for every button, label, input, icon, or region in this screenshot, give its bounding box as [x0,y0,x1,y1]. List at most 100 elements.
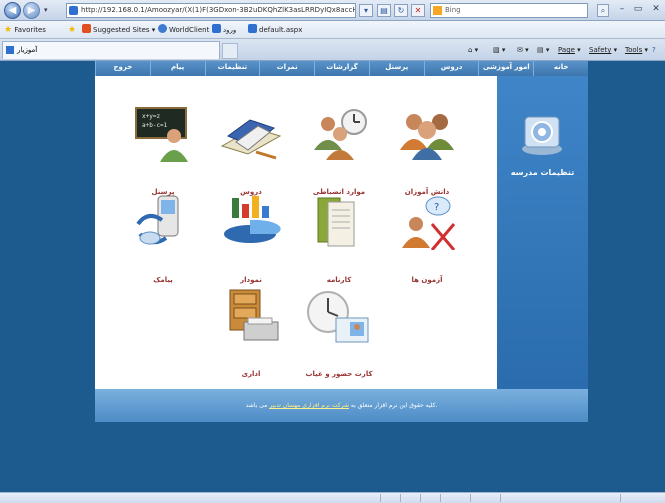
tile-label: پیامک [153,276,173,284]
tile-attendance-card[interactable]: کارت حضور و غیاب [299,288,379,378]
school-settings-label: تنظیمات مدرسه [510,168,575,177]
favorites-label: Favorites [14,26,46,34]
svg-text:a+b-c=1: a+b-c=1 [142,122,168,129]
back-button[interactable]: ◀ [4,2,21,19]
mail-icon[interactable]: ✉ ▾ [517,44,529,56]
main-content: دانش آموزان موارد انضباطی دروس x+y=z a+b… [95,76,497,389]
favorite-worldclient[interactable]: WorldClient [158,24,209,36]
refresh-icon[interactable]: ↻ [394,4,408,17]
home-icon[interactable]: ⌂ ▾ [468,44,478,56]
status-cell [470,494,471,502]
help-icon[interactable]: ? [652,44,656,56]
favorite-label: WorldClient [169,26,210,34]
status-cell [400,494,401,502]
favorite-suggested-sites[interactable]: Suggested Sites ▾ [82,24,155,36]
page-menu[interactable]: Page ▾ [558,44,581,56]
footer-text-before: کلیه حقوق این نرم افزار متعلق به [348,402,436,409]
tile-students[interactable]: دانش آموزان [387,106,467,196]
print-icon[interactable]: ▤ ▾ [537,44,549,56]
menu-item[interactable]: پیام [149,61,205,76]
address-dropdown-icon[interactable]: ▾ [359,4,373,17]
status-cell [380,494,381,502]
favorites-bar: ★ Favorites ★ Suggested Sites ▾ WorldCli… [0,21,665,39]
menu-item[interactable]: تنظیمات [204,61,260,76]
report-card-icon [317,197,355,247]
tab-bar: آموزیار ⌂ ▾ ▧ ▾ ✉ ▾ ▤ ▾ Page ▾ Safety ▾ … [0,39,665,61]
page-icon [69,6,78,15]
favorites-button[interactable]: ★ Favorites [4,24,46,36]
tools-menu[interactable]: Tools ▾ [625,44,648,56]
menu-item[interactable]: خروج [94,61,150,76]
students-icon [400,114,454,160]
tile-label: نمودار [240,276,262,284]
add-favorite-button[interactable]: ★ [68,24,76,36]
zone-indicator[interactable] [500,494,501,502]
tile-exams[interactable]: ? آزمون ها [387,194,467,284]
menu-item[interactable]: خانه [533,61,588,76]
tab-amoozyar[interactable]: آموزیار [2,41,220,59]
forward-button[interactable]: ▶ [23,2,40,19]
compatibility-view-icon[interactable]: ▤ [377,4,391,17]
menu-item[interactable]: پرسنل [368,61,424,76]
attendance-card-icon [307,291,369,343]
address-bar[interactable]: http://192.168.0.1/Amoozyar/(X(1)F(3GDxo… [66,3,356,18]
tile-label: کارنامه [326,276,352,284]
close-icon[interactable]: ✕ [649,3,663,17]
address-toolbar: ◀ ▶ ▾ http://192.168.0.1/Amoozyar/(X(1)F… [0,0,665,21]
tile-report-card[interactable]: کارنامه [299,194,379,284]
minimize-icon[interactable]: – [615,3,629,17]
tab-page-icon [6,46,14,54]
status-bar [0,492,665,503]
school-settings-button[interactable]: تنظیمات مدرسه [497,104,588,182]
tile-label: اداری [241,370,261,378]
sms-icon [136,195,179,245]
svg-text:?: ? [434,202,439,213]
school-settings-icon [522,116,562,155]
menu-item[interactable]: نمرات [259,61,314,76]
menu-item[interactable]: امور آموزشی [478,61,533,76]
star-icon: ★ [4,25,13,35]
office-icon [229,289,279,341]
tile-courses[interactable]: دروس [211,106,291,196]
favorite-default-aspx[interactable]: default.aspx [248,24,302,36]
worldclient-icon [158,24,167,33]
tab-title: آموزیار [17,46,38,54]
tile-office[interactable]: اداری [211,288,291,378]
discipline-icon [314,109,367,160]
favorite-label: default.aspx [259,26,303,34]
ie-page-icon [248,24,257,33]
suggested-sites-icon [82,24,91,33]
tile-chart[interactable]: نمودار [211,194,291,284]
safety-menu[interactable]: Safety ▾ [589,44,617,56]
ie-page-icon [212,24,221,33]
status-cell [420,494,421,502]
tile-sms[interactable]: پیامک [123,194,203,284]
new-tab-button[interactable] [222,43,238,59]
svg-text:x+y=z: x+y=z [142,113,160,120]
chart-icon [224,196,281,243]
restore-icon[interactable]: ▭ [631,3,645,17]
favorite-label: Suggested Sites ▾ [93,26,156,34]
company-link[interactable]: شرکت نرم افزاری مهسان تدبیر [269,402,349,409]
history-dropdown-icon[interactable]: ▾ [44,6,48,14]
favorite-label: ورود [223,26,237,34]
copyright-footer: کلیه حقوق این نرم افزار متعلق به شرکت نر… [95,389,588,422]
page-menu-label: Page [558,46,575,54]
favorite-login[interactable]: ورود [212,24,236,36]
main-menu: خانه امور آموزشی دروس پرسنل گزارشات نمرا… [94,61,588,76]
tile-personnel[interactable]: x+y=z a+b-c=1 پرسنل [123,106,203,196]
tile-label: آزمون ها [411,276,443,284]
tile-discipline[interactable]: موارد انضباطی [299,106,379,196]
search-placeholder: Bing [445,6,461,14]
search-input[interactable]: Bing [430,3,588,18]
url-text: http://192.168.0.1/Amoozyar/(X(1)F(3GDxo… [81,6,355,14]
stop-icon[interactable]: ✕ [411,4,425,17]
tile-label: کارت حضور و غیاب [305,370,373,378]
zoom-control[interactable] [620,494,621,502]
menu-item[interactable]: دروس [423,61,479,76]
bing-icon [433,6,442,15]
search-icon[interactable]: ⌕ [597,4,609,17]
exam-icon: ? [402,196,456,251]
feeds-icon[interactable]: ▧ ▾ [493,44,505,56]
menu-item[interactable]: گزارشات [314,61,369,76]
